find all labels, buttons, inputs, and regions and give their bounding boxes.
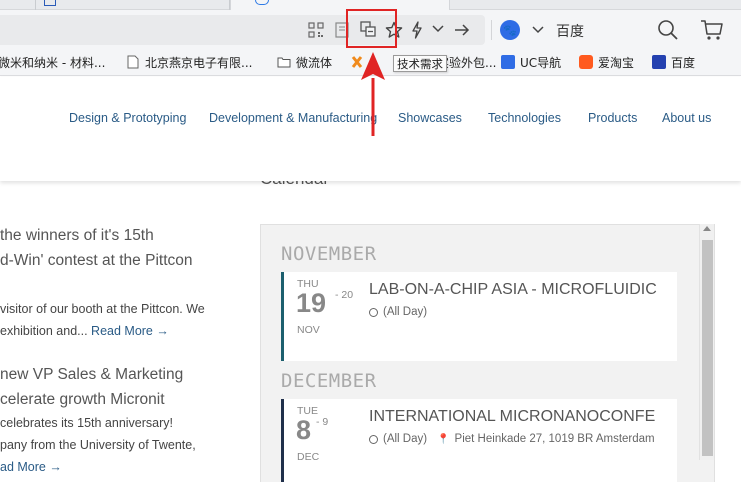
bookmark-label: 微米和纳米 - 材料... [0, 55, 106, 70]
search-engine-selector[interactable]: 🐾 [500, 18, 544, 42]
calendar-heading: Calendar [260, 181, 329, 189]
news-title-line[interactable]: the winners of it's 15th [0, 227, 154, 245]
calendar-event[interactable]: TUE 8 - 9 DEC INTERNATIONAL MICRONANOCON… [281, 399, 677, 482]
news-title-line[interactable]: d-Win' contest at the Pittcon [0, 252, 193, 270]
news-excerpt: pany from the University of Twente, [0, 438, 196, 452]
tooltip-text: 技术需求 [397, 56, 443, 71]
chevron-down-icon[interactable] [432, 24, 444, 34]
bookmark-item[interactable]: 北京燕京电子有限... [126, 53, 252, 71]
screenshot-icon[interactable] [360, 21, 376, 37]
news-title-line[interactable]: new VP Sales & Marketing [0, 366, 183, 384]
bookmark-item[interactable]: 爱淘宝 [579, 53, 634, 71]
bookmark-label: UC导航 [520, 55, 562, 70]
event-end-day: - 20 [335, 289, 354, 301]
event-month: NOV [297, 324, 320, 336]
event-meta: (All Day) [369, 306, 427, 318]
uc-nav-icon [501, 55, 515, 69]
event-day: 19 [296, 288, 327, 318]
clock-icon [369, 434, 378, 444]
site-navigation: Design & Prototyping Development & Manuf… [0, 77, 741, 181]
folder-icon [277, 57, 291, 68]
month-label: DECEMBER [281, 370, 377, 392]
location-pin-icon: 📍 [437, 433, 450, 445]
toolbar-divider [491, 20, 492, 40]
calendar-widget: NOVEMBER THU 19 - 20 NOV LAB-ON-A-CHIP A… [260, 224, 715, 482]
calendar-scrollbar[interactable] [699, 224, 714, 460]
bookmark-item[interactable]: 微流体 [277, 53, 332, 71]
cart-icon[interactable] [700, 19, 724, 41]
browser-tab[interactable] [36, 0, 230, 10]
month-label: NOVEMBER [281, 243, 377, 265]
page-icon [127, 55, 139, 69]
news-excerpt: exhibition and... Read More → [0, 324, 169, 338]
page-content: Calendar the winners of it's 15th d-Win'… [0, 181, 741, 482]
news-excerpt: celebrates its 15th anniversary! [0, 416, 174, 430]
browser-toolbar: 🐾 百度 [0, 10, 741, 48]
qr-code-icon[interactable] [308, 22, 324, 38]
bookmark-label: 微流体 [296, 55, 333, 70]
nav-design-prototyping[interactable]: Design & Prototyping [69, 111, 186, 125]
clock-icon [369, 307, 378, 317]
calendar-event[interactable]: THU 19 - 20 NOV LAB-ON-A-CHIP ASIA - MIC… [281, 272, 677, 361]
news-excerpt-end: exhibition and... [0, 324, 88, 338]
scroll-thumb[interactable] [702, 240, 713, 456]
nav-development-manufacturing[interactable]: Development & Manufacturing [209, 111, 377, 125]
browser-tab[interactable] [0, 0, 36, 10]
tooltip: 技术需求 [393, 55, 447, 72]
news-excerpt: visitor of our booth at the Pittcon. We [0, 302, 205, 316]
event-location: Piet Heinkade 27, 1019 BR Amsterdam [454, 433, 655, 445]
star-icon[interactable] [385, 21, 403, 39]
nav-about-us[interactable]: About us [662, 111, 711, 125]
event-month: DEC [297, 451, 320, 463]
tab-favicon-icon [44, 0, 56, 6]
read-more-link[interactable]: ad More → [0, 460, 62, 474]
nav-technologies[interactable]: Technologies [488, 111, 561, 125]
scroll-up-arrow-icon[interactable] [703, 226, 711, 231]
forward-icon[interactable] [454, 22, 470, 38]
tab-favicon-icon [255, 0, 269, 5]
event-meta: (All Day) 📍 Piet Heinkade 27, 1019 BR Am… [369, 433, 655, 445]
nav-products[interactable]: Products [588, 111, 637, 125]
search-engine-label[interactable]: 百度 [556, 21, 584, 41]
bookmark-label: 爱淘宝 [598, 55, 635, 70]
bookmark-label: 北京燕京电子有限... [145, 55, 253, 70]
event-end-day: - 9 [316, 416, 329, 428]
taobao-icon [579, 55, 593, 69]
lightning-icon[interactable] [411, 21, 423, 39]
read-more-link[interactable]: Read More → [91, 324, 169, 338]
baidu-paw-icon: 🐾 [500, 20, 520, 40]
orange-bookmark-icon [351, 56, 363, 68]
event-title[interactable]: LAB-ON-A-CHIP ASIA - MICROFLUIDIC [369, 281, 657, 299]
event-time: (All Day) [383, 306, 428, 318]
event-time: (All Day) [383, 433, 428, 445]
bookmark-label: 百度 [671, 55, 696, 70]
bookmarks-bar: 微米和纳米 - 材料... 北京燕京电子有限... 微流体 实验外包... UC… [0, 48, 741, 76]
event-title[interactable]: INTERNATIONAL MICRONANOCONFE [369, 408, 655, 426]
reader-icon[interactable] [335, 22, 349, 38]
chevron-down-icon [532, 26, 544, 34]
tab-strip [0, 0, 741, 11]
search-icon[interactable] [657, 19, 679, 41]
bookmark-item[interactable]: 百度 [652, 53, 695, 71]
event-day: 8 [296, 415, 312, 445]
bookmark-item[interactable]: 微米和纳米 - 材料... [0, 53, 105, 71]
bookmark-item[interactable]: UC导航 [501, 53, 561, 71]
news-title-line[interactable]: celerate growth Micronit [0, 391, 165, 409]
nav-showcases[interactable]: Showcases [398, 111, 462, 125]
baidu-icon [652, 55, 666, 69]
